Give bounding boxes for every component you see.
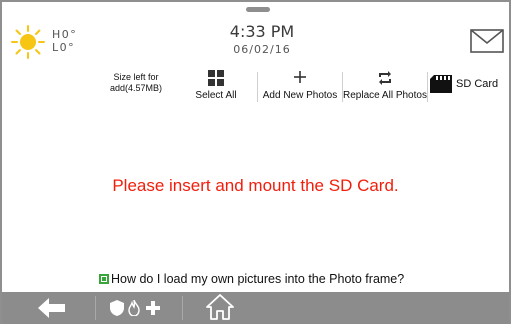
photo-help-link[interactable]: How do I load my own pictures into the P… xyxy=(99,272,404,286)
temperature-readout: H0° L0° xyxy=(52,28,77,54)
weather-widget[interactable]: H0° L0° xyxy=(10,24,90,64)
select-all-label: Select All xyxy=(195,90,237,101)
nav-divider xyxy=(182,296,183,320)
sd-card-button[interactable]: SD Card xyxy=(430,74,506,94)
clock: 4:33 PM 06/02/16 xyxy=(202,22,322,57)
fire-icon xyxy=(128,300,140,316)
sd-card-icon xyxy=(430,75,452,93)
high-temp: H0° xyxy=(52,28,78,41)
photo-toolbar: Size left for add(4.57MB) Select All Add… xyxy=(2,66,509,108)
plus-icon xyxy=(294,71,306,83)
mail-icon[interactable] xyxy=(470,29,504,53)
add-new-photos-button[interactable]: Add New Photos xyxy=(258,66,342,108)
grid-icon xyxy=(208,70,224,86)
back-arrow-icon xyxy=(38,298,65,318)
replace-all-photos-label: Replace All Photos xyxy=(343,90,427,101)
storage-remaining-label: Size left for add(4.57MB) xyxy=(109,72,163,93)
replace-all-photos-button[interactable]: Replace All Photos xyxy=(342,66,428,108)
shield-icon xyxy=(110,300,124,316)
sd-card-error-message: Please insert and mount the SD Card. xyxy=(112,176,399,195)
select-all-button[interactable]: Select All xyxy=(188,66,244,108)
home-icon xyxy=(206,294,234,320)
bottom-nav-bar xyxy=(2,292,509,324)
screen: H0° L0° 4:33 PM 06/02/16 Size left for a… xyxy=(2,2,509,292)
emergency-button[interactable] xyxy=(106,292,168,324)
toolbar-divider xyxy=(427,72,428,102)
home-button[interactable] xyxy=(202,292,238,324)
nav-divider xyxy=(95,296,96,320)
back-button[interactable] xyxy=(32,292,72,324)
drag-handle[interactable] xyxy=(246,7,270,12)
medical-cross-icon xyxy=(146,301,160,315)
clock-time: 4:33 PM xyxy=(229,22,295,41)
add-new-photos-label: Add New Photos xyxy=(262,90,338,101)
sd-card-label: SD Card xyxy=(456,78,499,90)
sun-icon xyxy=(11,25,45,59)
help-icon xyxy=(99,274,109,284)
help-link-text: How do I load my own pictures into the P… xyxy=(111,272,405,286)
device-frame: H0° L0° 4:33 PM 06/02/16 Size left for a… xyxy=(0,0,511,324)
replace-icon xyxy=(379,71,391,85)
low-temp: L0° xyxy=(52,41,76,54)
clock-date: 06/02/16 xyxy=(233,43,291,56)
